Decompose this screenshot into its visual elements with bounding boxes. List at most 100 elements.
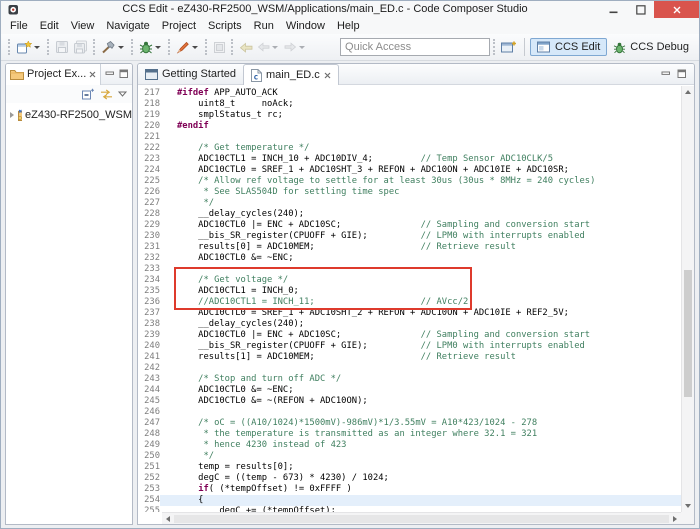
perspective-ccs-debug[interactable]: CCS Debug bbox=[607, 39, 695, 56]
menu-file[interactable]: File bbox=[4, 19, 34, 33]
line-number: 249 bbox=[144, 440, 160, 450]
view-minimize-icon[interactable] bbox=[661, 70, 671, 79]
line-number: 247 bbox=[144, 418, 160, 428]
code-line-252[interactable]: 252 degC = ((temp - 673) * 4230) / 1024; bbox=[138, 473, 681, 484]
expander-icon[interactable] bbox=[10, 111, 14, 118]
scroll-left-arrow-icon[interactable] bbox=[162, 513, 174, 524]
open-perspective-button[interactable] bbox=[499, 36, 519, 58]
line-text: __delay_cycles(240); bbox=[177, 319, 305, 329]
code-line-217[interactable]: 217 #ifdef APP_AUTO_ACK bbox=[138, 88, 681, 99]
code-line-224[interactable]: 224 ADC10CTL0 = SREF_1 + ADC10SHT_3 + RE… bbox=[138, 165, 681, 176]
code-line-242[interactable]: 242 bbox=[138, 363, 681, 374]
line-number: 238 bbox=[144, 319, 160, 329]
quick-access-input[interactable] bbox=[340, 38, 491, 56]
window-controls bbox=[600, 1, 699, 18]
code-line-244[interactable]: 244 ADC10CTL0 &= ~ENC; bbox=[138, 385, 681, 396]
menu-help[interactable]: Help bbox=[331, 19, 366, 33]
code-editor[interactable]: 217 #ifdef APP_AUTO_ACK 218 uint8_t noAck;… bbox=[138, 86, 681, 512]
build-dropdown-arrow[interactable] bbox=[118, 45, 124, 49]
flash-dropdown-arrow[interactable] bbox=[192, 45, 198, 49]
tab-main-ed-c[interactable]: c main_ED.c bbox=[243, 64, 339, 85]
code-line-222[interactable]: 222 /* Get temperature */ bbox=[138, 143, 681, 154]
vertical-scroll-thumb[interactable] bbox=[684, 270, 692, 397]
collapse-all-icon[interactable] bbox=[82, 88, 95, 100]
close-icon[interactable] bbox=[324, 72, 331, 79]
tree-item-project[interactable]: eZ430-RF2500_WSM bbox=[6, 106, 132, 123]
menu-edit[interactable]: Edit bbox=[34, 19, 65, 33]
debug-button[interactable] bbox=[137, 36, 165, 58]
view-minimize-icon[interactable] bbox=[105, 70, 115, 79]
code-line-219[interactable]: 219 smplStatus_t rc; bbox=[138, 110, 681, 121]
code-line-240[interactable]: 240 __bis_SR_register(CPUOFF + GIE); // … bbox=[138, 341, 681, 352]
menu-project[interactable]: Project bbox=[156, 19, 202, 33]
scroll-right-arrow-icon[interactable] bbox=[669, 513, 681, 524]
code-line-237[interactable]: 237 ADC10CTL0 = SREF_1 + ADC10SHT_2 + RE… bbox=[138, 308, 681, 319]
code-line-248[interactable]: 248 * the temperature is transmitted as … bbox=[138, 429, 681, 440]
code-line-233[interactable]: 233 bbox=[138, 264, 681, 275]
code-line-247[interactable]: 247 /* oC = ((A10/1024)*1500mV)-986mV)*1… bbox=[138, 418, 681, 429]
ccs-app-icon[interactable] bbox=[7, 3, 20, 19]
code-line-245[interactable]: 245 ADC10CTL0 &= ~(REFON + ADC10ON); bbox=[138, 396, 681, 407]
code-line-249[interactable]: 249 * hence 4230 instead of 423 bbox=[138, 440, 681, 451]
code-line-232[interactable]: 232 ADC10CTL0 &= ~ENC; bbox=[138, 253, 681, 264]
scroll-down-arrow-icon[interactable] bbox=[682, 500, 694, 512]
code-line-227[interactable]: 227 */ bbox=[138, 198, 681, 209]
menu-run[interactable]: Run bbox=[248, 19, 280, 33]
tab-getting-started[interactable]: Getting Started bbox=[138, 64, 243, 84]
code-line-238[interactable]: 238 __delay_cycles(240); bbox=[138, 319, 681, 330]
menu-navigate[interactable]: Navigate bbox=[100, 19, 155, 33]
code-line-241[interactable]: 241 results[1] = ADC10MEM; // Retrieve r… bbox=[138, 352, 681, 363]
code-line-230[interactable]: 230 __bis_SR_register(CPUOFF + GIE); // … bbox=[138, 231, 681, 242]
close-icon[interactable] bbox=[89, 71, 96, 78]
view-menu-icon[interactable] bbox=[118, 91, 127, 97]
menu-window[interactable]: Window bbox=[280, 19, 331, 33]
code-line-239[interactable]: 239 ADC10CTL0 |= ENC + ADC10SC; // Sampl… bbox=[138, 330, 681, 341]
code-line-243[interactable]: 243 /* Stop and turn off ADC */ bbox=[138, 374, 681, 385]
code-line-250[interactable]: 250 */ bbox=[138, 451, 681, 462]
code-line-229[interactable]: 229 ADC10CTL0 |= ENC + ADC10SC; // Sampl… bbox=[138, 220, 681, 231]
code-line-251[interactable]: 251 temp = results[0]; bbox=[138, 462, 681, 473]
code-line-236[interactable]: 236 //ADC10CTL1 = INCH_11; // AVcc/2 bbox=[138, 297, 681, 308]
code-line-235[interactable]: 235 ADC10CTL1 = INCH_0; bbox=[138, 286, 681, 297]
flash-button[interactable] bbox=[174, 36, 202, 58]
vertical-scrollbar[interactable] bbox=[681, 86, 694, 512]
code-line-218[interactable]: 218 uint8_t noAck; bbox=[138, 99, 681, 110]
new-button[interactable] bbox=[14, 36, 44, 58]
horizontal-scroll-thumb[interactable] bbox=[174, 515, 669, 523]
svg-text:c: c bbox=[254, 72, 259, 81]
menu-scripts[interactable]: Scripts bbox=[202, 19, 248, 33]
view-maximize-icon[interactable] bbox=[119, 69, 129, 79]
link-editor-icon[interactable] bbox=[100, 89, 113, 100]
debug-dropdown-arrow[interactable] bbox=[155, 45, 161, 49]
code-line-226[interactable]: 226 * See SLAS504D for settling time spe… bbox=[138, 187, 681, 198]
code-line-234[interactable]: 234 /* Get voltage */ bbox=[138, 275, 681, 286]
code-line-228[interactable]: 228 __delay_cycles(240); bbox=[138, 209, 681, 220]
code-line-254[interactable]: 254 { bbox=[138, 495, 681, 506]
line-number: 225 bbox=[144, 176, 160, 186]
perspective-ccs-edit[interactable]: CCS Edit bbox=[530, 38, 608, 56]
build-button[interactable] bbox=[99, 36, 128, 58]
code-line-253[interactable]: 253 if( (*tempOffset) != 0xFFFF ) bbox=[138, 484, 681, 495]
line-number: 218 bbox=[144, 99, 160, 109]
close-button[interactable] bbox=[654, 1, 699, 18]
code-line-220[interactable]: 220 #endif bbox=[138, 121, 681, 132]
new-dropdown-arrow[interactable] bbox=[34, 45, 40, 49]
code-line-225[interactable]: 225 /* Allow ref voltage to settle for a… bbox=[138, 176, 681, 187]
code-line-221[interactable]: 221 bbox=[138, 132, 681, 143]
line-number: 250 bbox=[144, 451, 160, 461]
back-button bbox=[255, 36, 282, 58]
line-text: __delay_cycles(240); bbox=[177, 209, 305, 219]
toolbar-grip bbox=[231, 39, 234, 55]
scroll-up-arrow-icon[interactable] bbox=[682, 86, 694, 98]
horizontal-scrollbar[interactable] bbox=[162, 512, 681, 524]
maximize-icon bbox=[635, 4, 646, 15]
tab-project-explorer[interactable]: Project Ex... bbox=[6, 64, 102, 85]
code-line-223[interactable]: 223 ADC10CTL1 = INCH_10 + ADC10DIV_4; //… bbox=[138, 154, 681, 165]
code-line-246[interactable]: 246 bbox=[138, 407, 681, 418]
perspective-separator bbox=[524, 38, 526, 56]
minimize-button[interactable] bbox=[600, 1, 627, 18]
view-maximize-icon[interactable] bbox=[677, 69, 687, 79]
maximize-button[interactable] bbox=[627, 1, 654, 18]
code-line-231[interactable]: 231 results[0] = ADC10MEM; // Retrieve r… bbox=[138, 242, 681, 253]
menu-view[interactable]: View bbox=[65, 19, 101, 33]
